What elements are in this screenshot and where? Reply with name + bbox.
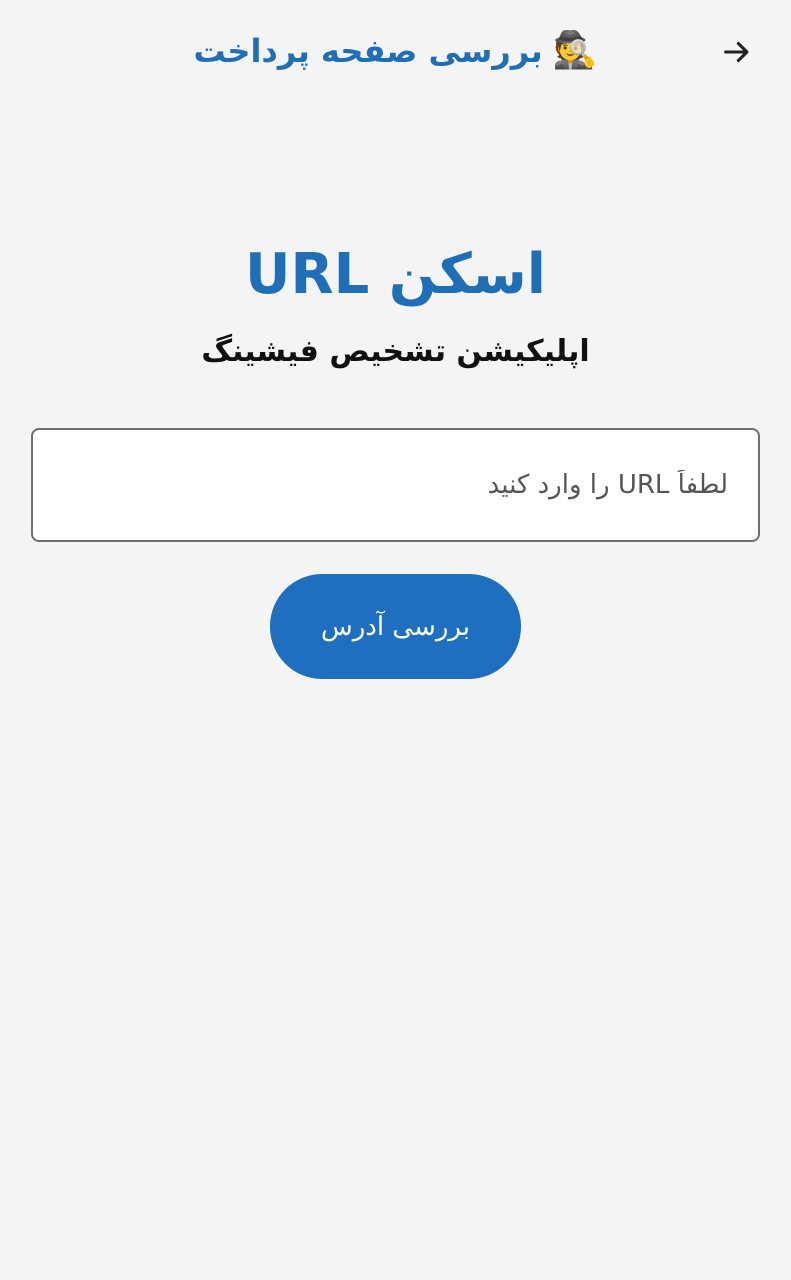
page-title-text: بررسی صفحه پرداخت xyxy=(193,32,543,70)
subtitle: اپلیکیشن تشخیص فیشینگ xyxy=(201,334,590,369)
detective-icon: 🕵️ xyxy=(552,30,598,71)
arrow-right-icon xyxy=(720,35,754,69)
main-heading: اسکن URL xyxy=(244,242,546,307)
url-input[interactable] xyxy=(33,470,728,500)
app-screen: 🕵️ بررسی صفحه پرداخت اسکن URL اپلیکیشن ت… xyxy=(0,0,791,1280)
url-field[interactable] xyxy=(31,428,760,542)
app-bar: 🕵️ بررسی صفحه پرداخت xyxy=(0,0,791,104)
check-address-button[interactable]: بررسی آدرس xyxy=(270,574,521,679)
back-button[interactable] xyxy=(717,32,757,72)
page-title: 🕵️ بررسی صفحه پرداخت xyxy=(0,28,791,74)
